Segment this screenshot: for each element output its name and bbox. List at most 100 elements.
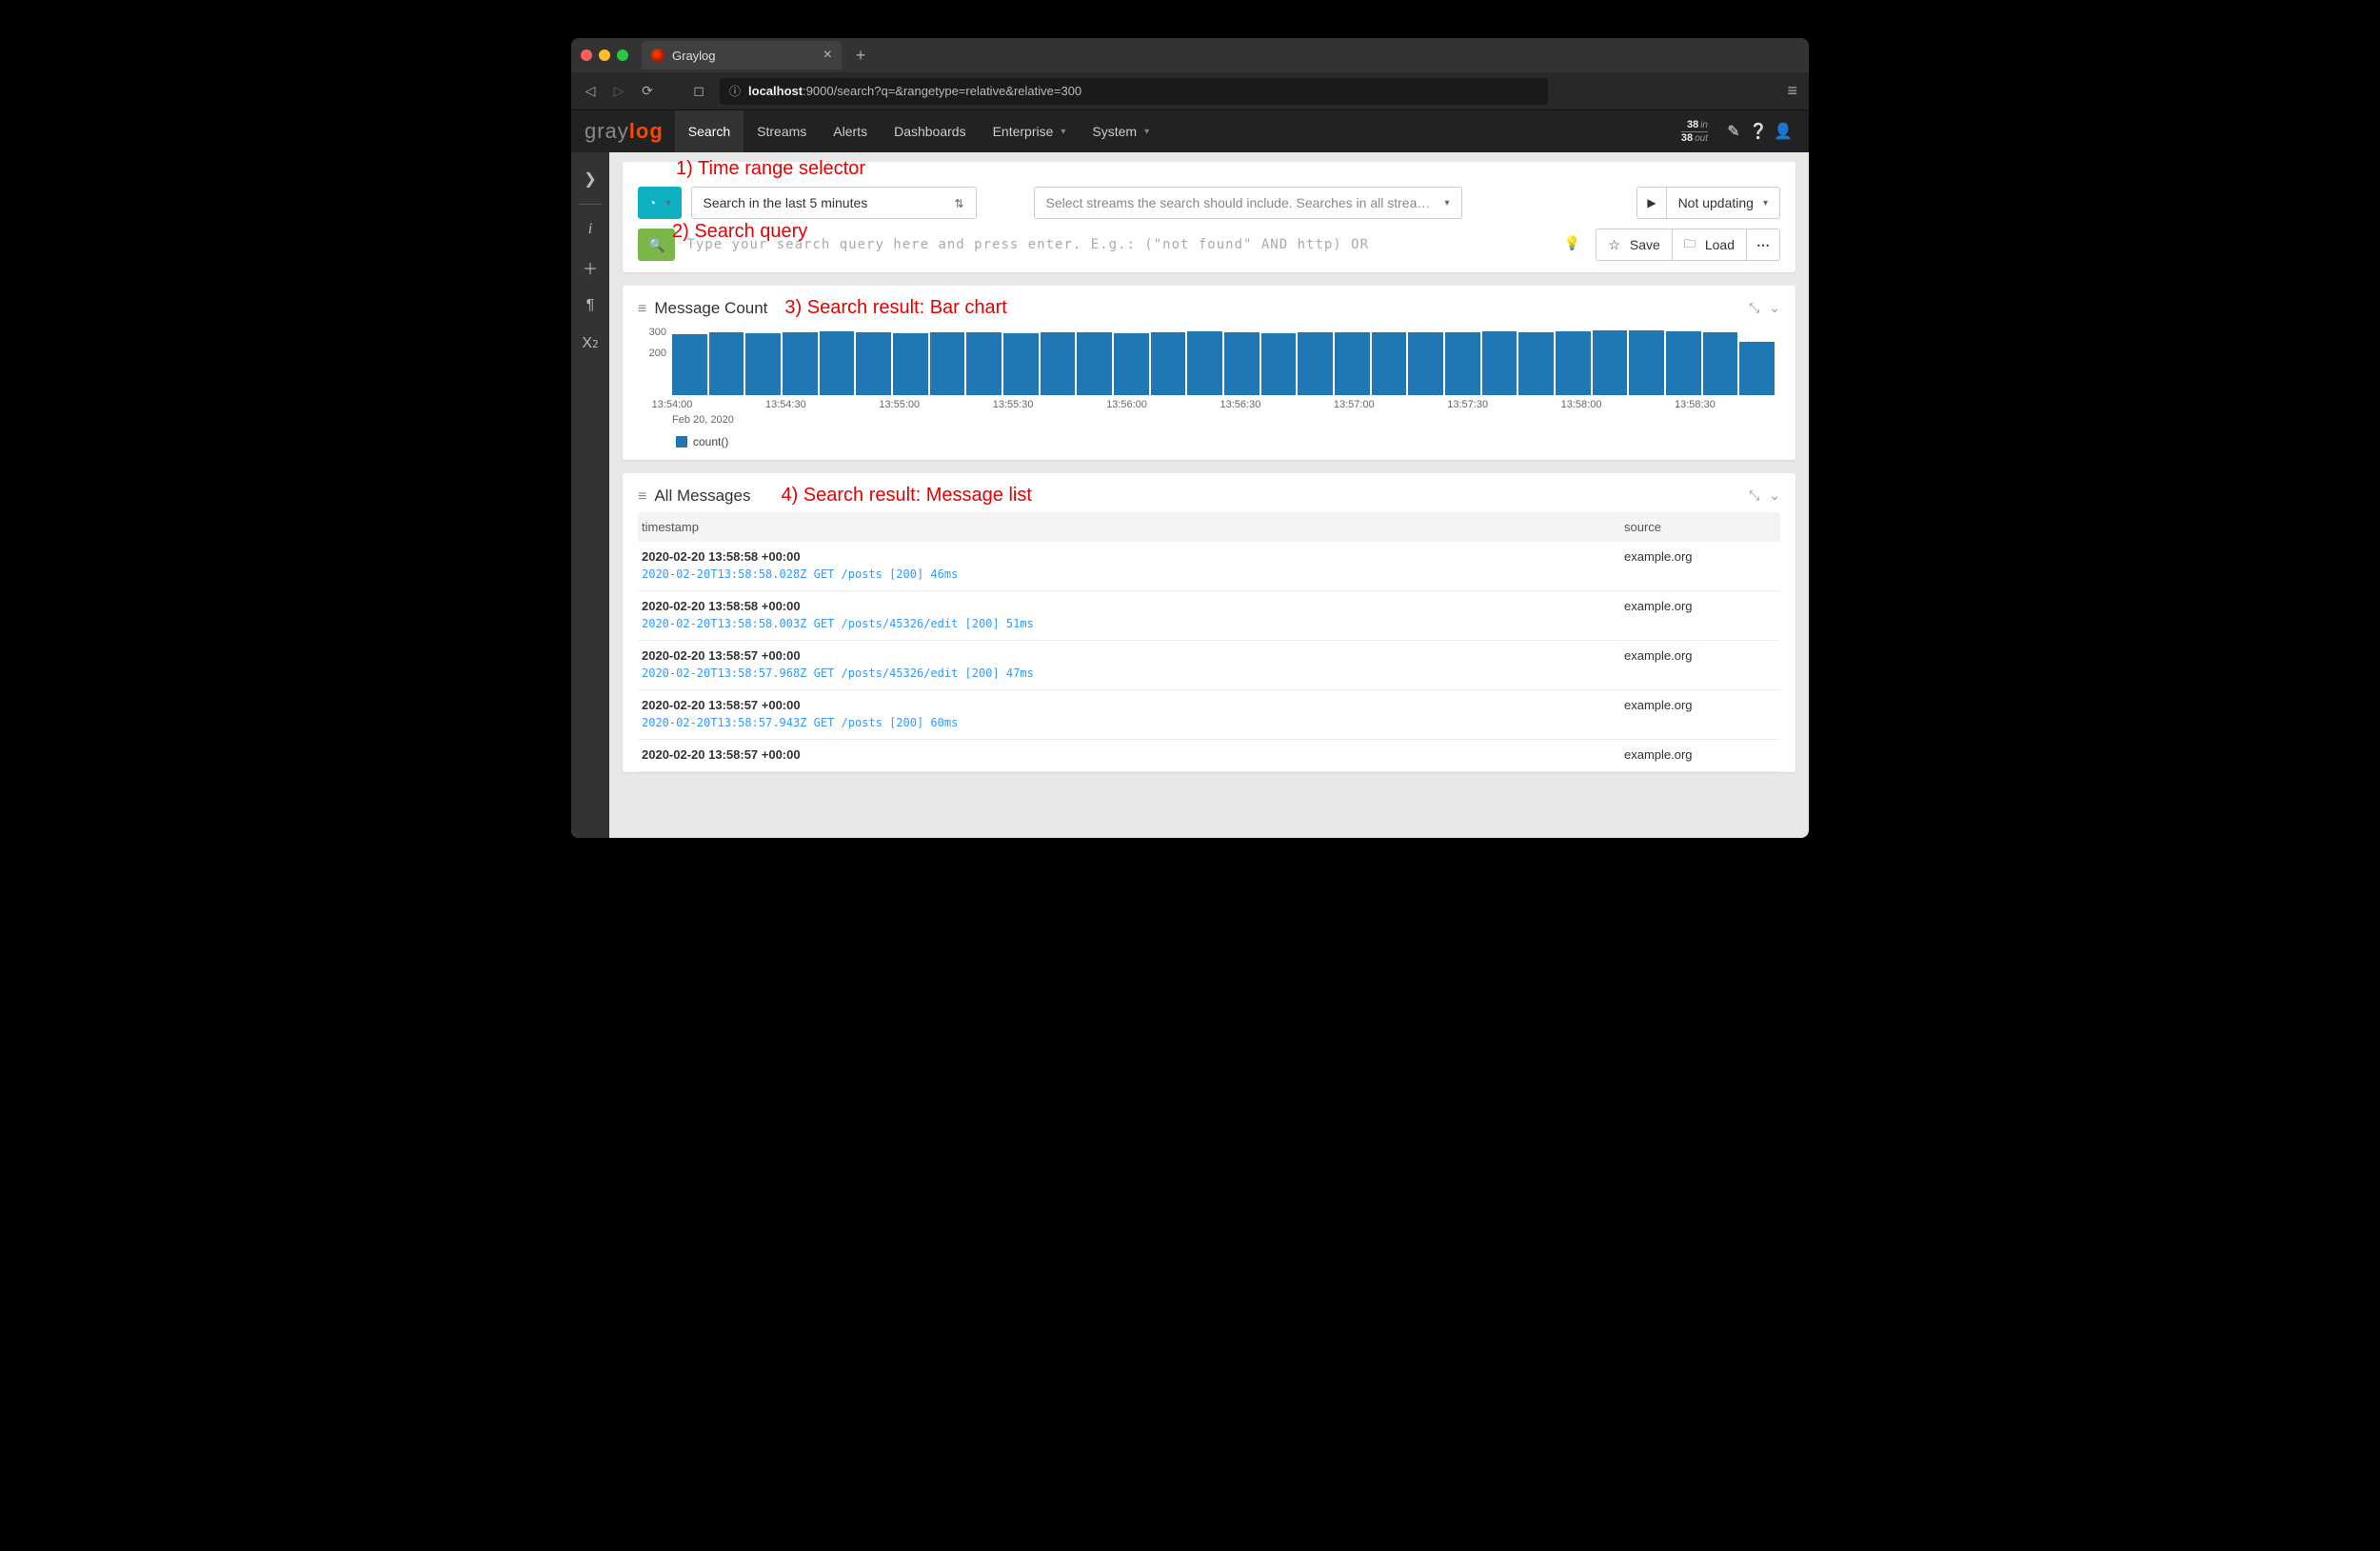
bar[interactable] [1114,333,1149,395]
user-icon[interactable]: 👤 [1771,119,1795,144]
bar[interactable] [1593,330,1628,395]
save-label: Save [1630,237,1660,252]
rail-add-icon[interactable]: ＋ [575,250,605,285]
help-icon[interactable]: ❔ [1746,119,1771,144]
x-axis-date: Feb 20, 2020 [672,414,1775,426]
col-source[interactable]: source [1624,520,1776,534]
address-bar[interactable]: ⓘ localhost:9000/search?q=&rangetype=rel… [720,78,1548,105]
bar[interactable] [1666,331,1701,395]
rail-pilcrow-icon[interactable]: ¶ [575,288,605,323]
save-search-button[interactable]: Save [1596,229,1672,261]
x-tick: 13:56:00 [1106,399,1147,410]
drag-handle-icon[interactable] [638,487,646,506]
bar[interactable] [1739,342,1775,395]
nav-streams[interactable]: Streams [744,110,820,152]
bar[interactable] [1445,332,1480,395]
msg-body: 2020-02-20T13:58:58.003Z GET /posts/4532… [642,617,1776,630]
browser-tab[interactable]: Graylog × [642,41,842,70]
tab-close-icon[interactable]: × [823,48,832,63]
bar[interactable] [1482,331,1517,395]
close-window-icon[interactable] [581,50,592,61]
table-row[interactable]: 2020-02-20 13:58:57 +00:00 example.org 2… [638,641,1780,690]
auto-update-select[interactable]: Not updating [1667,187,1780,219]
bar[interactable] [1041,332,1076,395]
bar[interactable] [1703,332,1738,395]
rail-expand-icon[interactable]: ❯ [575,162,605,196]
bar[interactable] [1408,332,1443,395]
time-range-type-button[interactable]: ◔ [638,187,682,219]
bar[interactable] [966,332,1002,395]
collapse-icon[interactable]: ⤡ [1749,487,1759,504]
lightbulb-icon[interactable]: 💡 [1564,235,1580,251]
bookmark-icon[interactable]: ◻ [691,83,706,99]
rail-x2-icon[interactable]: X2 [575,327,605,361]
bar[interactable] [1372,332,1407,395]
collapse-icon[interactable]: ⤡ [1749,300,1759,316]
app-logo[interactable]: graylog [585,119,664,144]
msg-body: 2020-02-20T13:58:58.028Z GET /posts [200… [642,567,1776,581]
nav-forward-icon[interactable]: ▷ [611,83,626,99]
bar[interactable] [1224,332,1259,395]
browser-toolbar: ◁ ▷ ⟳ ◻ ⓘ localhost:9000/search?q=&range… [571,72,1809,110]
window-controls[interactable] [581,50,628,61]
table-header: timestamp source [638,512,1780,542]
y-tick: 300 [649,327,666,338]
load-search-button[interactable]: Load [1673,229,1747,261]
bar[interactable] [1335,332,1370,395]
bar[interactable] [745,333,781,395]
time-range-select[interactable]: Search in the last 5 minutes [691,187,977,219]
bar[interactable] [709,332,744,395]
bar[interactable] [1151,332,1186,395]
search-query-input[interactable] [684,229,1586,261]
messages-table: timestamp source 2020-02-20 13:58:58 +00… [638,512,1780,772]
bar[interactable] [1003,333,1039,395]
browser-menu-icon[interactable]: ≡ [1787,81,1797,101]
maximize-window-icon[interactable] [617,50,628,61]
table-row[interactable]: 2020-02-20 13:58:57 +00:00 example.org [638,740,1780,772]
bar[interactable] [856,332,891,395]
bar[interactable] [1187,331,1222,395]
updown-icon [954,195,963,210]
nav-dashboards[interactable]: Dashboards [881,110,980,152]
load-label: Load [1705,237,1735,252]
drag-handle-icon[interactable] [638,299,646,318]
throughput-out-label: out [1695,133,1708,144]
bar[interactable] [893,333,928,395]
nav-system[interactable]: System [1079,110,1162,152]
search-submit-button[interactable]: 🔍 [638,229,675,261]
nav-alerts[interactable]: Alerts [820,110,881,152]
bar[interactable] [930,332,965,395]
table-row[interactable]: 2020-02-20 13:58:58 +00:00 example.org 2… [638,542,1780,591]
bar[interactable] [1556,331,1591,395]
bar[interactable] [1629,330,1664,395]
new-tab-button[interactable]: + [849,44,872,67]
bar[interactable] [820,331,855,395]
bar[interactable] [1518,332,1554,395]
message-count-widget: Message Count 3) Search result: Bar char… [623,286,1795,460]
bar[interactable] [1077,332,1112,395]
rail-info-icon[interactable]: i [575,212,605,247]
tab-title: Graylog [672,49,716,63]
bar[interactable] [1261,333,1297,395]
col-timestamp[interactable]: timestamp [642,520,1624,534]
search-more-button[interactable] [1747,229,1780,261]
table-row[interactable]: 2020-02-20 13:58:58 +00:00 example.org 2… [638,591,1780,641]
bar[interactable] [783,332,818,395]
stream-select[interactable]: Select streams the search should include… [1034,187,1462,219]
bar[interactable] [1298,332,1333,395]
site-info-icon[interactable]: ⓘ [729,83,741,99]
nav-enterprise[interactable]: Enterprise [980,110,1080,152]
table-row[interactable]: 2020-02-20 13:58:57 +00:00 example.org 2… [638,690,1780,740]
nav-back-icon[interactable]: ◁ [583,83,598,99]
edit-icon[interactable]: ✎ [1721,119,1746,144]
chevron-down-icon[interactable]: ⌄ [1769,300,1780,316]
msg-source: example.org [1624,747,1776,762]
run-search-button[interactable] [1636,187,1666,219]
bar[interactable] [672,334,707,395]
x-axis: 13:54:0013:54:3013:55:0013:55:3013:56:00… [672,399,1775,412]
reload-icon[interactable]: ⟳ [640,83,655,99]
minimize-window-icon[interactable] [599,50,610,61]
nav-search[interactable]: Search [675,110,744,152]
x-tick: 13:55:30 [993,399,1034,410]
chevron-down-icon[interactable]: ⌄ [1769,487,1780,504]
